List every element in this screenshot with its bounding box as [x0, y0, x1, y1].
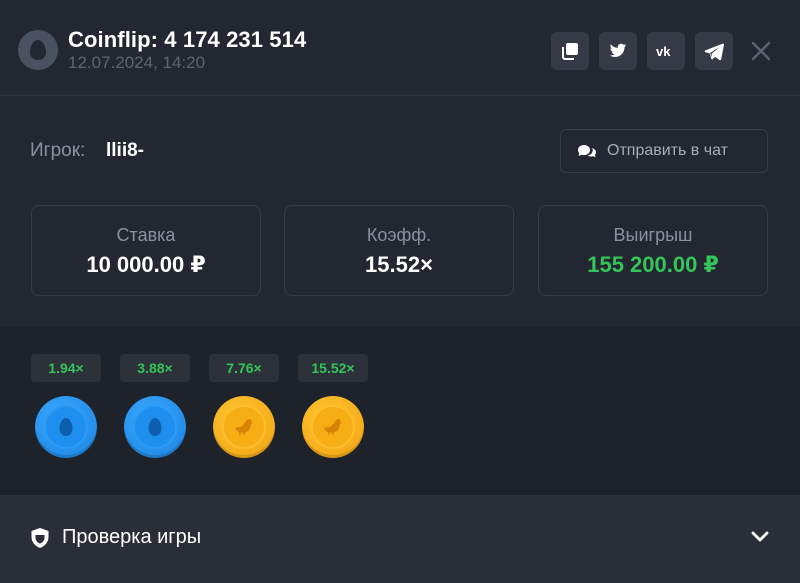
send-to-chat-button[interactable]: Отправить в чат: [560, 129, 768, 173]
modal-header: Coinflip: 4 174 231 514 12.07.2024, 14:2…: [0, 0, 800, 96]
page-title: Coinflip: 4 174 231 514: [68, 27, 307, 52]
coin-egg: [124, 396, 186, 458]
round-multiplier: 7.76×: [209, 354, 279, 382]
copy-button[interactable]: [551, 32, 589, 70]
egg-logo-icon: [18, 30, 58, 70]
round-multiplier: 1.94×: [31, 354, 101, 382]
stat-bet: Ставка 10 000.00 ₽: [31, 205, 261, 296]
shield-icon: [31, 528, 49, 548]
stat-win-label: Выигрыш: [613, 225, 693, 245]
chevron-down-icon[interactable]: [750, 530, 770, 544]
stat-coefficient: Коэфф. 15.52×: [284, 205, 514, 296]
coin-egg: [35, 396, 97, 458]
send-to-chat-label: Отправить в чат: [607, 142, 728, 159]
stat-win: Выигрыш 155 200.00 ₽: [538, 205, 768, 296]
telegram-share-button[interactable]: [695, 32, 733, 70]
vk-icon: vk: [656, 45, 671, 57]
copy-icon: [562, 43, 578, 60]
game-date: 12.07.2024, 14:20: [68, 53, 206, 72]
coinflip-modal: Coinflip: 4 174 231 514 12.07.2024, 14:2…: [0, 0, 800, 583]
coin-chicken: [302, 396, 364, 458]
egg-icon: [148, 418, 162, 436]
stat-coefficient-label: Коэфф.: [366, 225, 432, 245]
coin-chicken: [213, 396, 275, 458]
rounds-panel: 1.94× 3.88× 7.76× 15.52×: [0, 327, 800, 495]
stat-win-value: 155 200.00 ₽: [587, 252, 719, 277]
stat-coefficient-value: 15.52×: [365, 252, 433, 277]
close-icon: [751, 41, 771, 61]
chicken-icon: [235, 419, 254, 435]
player-label: Игрок:: [30, 140, 86, 161]
verify-game-label: Проверка игры: [62, 526, 202, 548]
close-button[interactable]: [744, 34, 778, 68]
twitter-share-button[interactable]: [599, 32, 637, 70]
vk-share-button[interactable]: vk: [647, 32, 685, 70]
telegram-icon: [704, 43, 724, 60]
twitter-icon: [609, 43, 627, 58]
chicken-icon: [324, 419, 343, 435]
round-multiplier: 3.88×: [120, 354, 190, 382]
svg-text:vk: vk: [656, 45, 671, 57]
stat-bet-value: 10 000.00 ₽: [86, 252, 206, 277]
player-name[interactable]: llii8-: [106, 140, 144, 162]
egg-icon: [59, 418, 73, 436]
stat-bet-label: Ставка: [116, 225, 176, 245]
chat-bubbles-icon: [578, 145, 596, 158]
round-multiplier: 15.52×: [298, 354, 368, 382]
